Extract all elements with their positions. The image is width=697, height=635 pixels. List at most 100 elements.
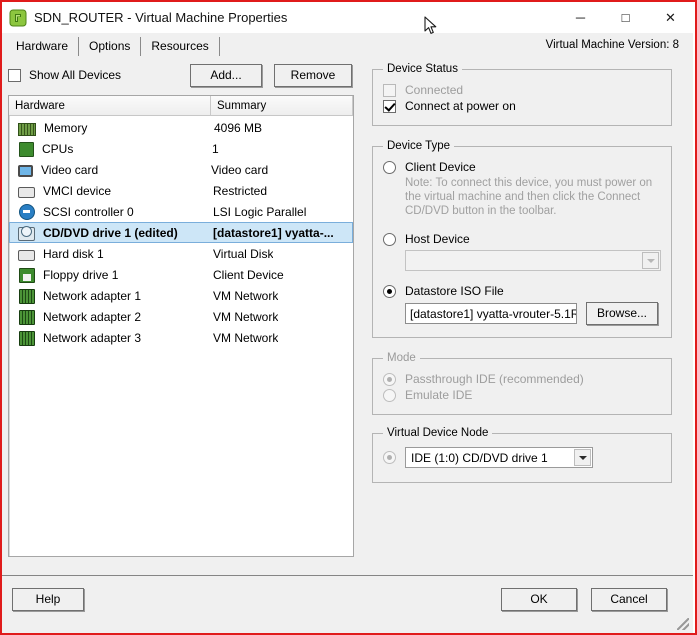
table-row[interactable]: Network adapter 3 VM Network <box>9 327 353 348</box>
mode-legend: Mode <box>387 352 416 364</box>
network-adapter-icon <box>19 289 35 304</box>
hardware-name: Network adapter 2 <box>43 309 142 324</box>
hardware-name: Network adapter 3 <box>43 330 142 345</box>
add-device-button[interactable]: Add... <box>190 63 262 87</box>
cancel-button[interactable]: Cancel <box>591 588 667 611</box>
table-row-selected[interactable]: CD/DVD drive 1 (edited) [datastore1] vya… <box>9 222 353 243</box>
hardware-list-header: Hardware Summary <box>9 96 353 116</box>
virtual-device-node-row[interactable]: IDE (1:0) CD/DVD drive 1 <box>383 447 661 468</box>
passthrough-ide-label: Passthrough IDE (recommended) <box>405 372 584 386</box>
hardware-name: SCSI controller 0 <box>43 204 134 219</box>
virtual-device-node-value: IDE (1:0) CD/DVD drive 1 <box>411 450 548 465</box>
network-adapter-icon <box>19 310 35 325</box>
hardware-summary: Restricted <box>213 183 268 198</box>
tab-hardware[interactable]: Hardware <box>6 37 80 57</box>
tab-options[interactable]: Options <box>79 37 142 57</box>
title-bar: SDN_ROUTER - Virtual Machine Properties … <box>2 2 693 33</box>
show-all-devices-box <box>8 68 21 82</box>
hardware-summary: LSI Logic Parallel <box>213 204 307 219</box>
virtual-device-node-legend: Virtual Device Node <box>387 427 489 439</box>
connect-at-power-on-checkbox[interactable]: Connect at power on <box>383 99 661 113</box>
iso-path-value: [datastore1] vyatta-vrouter-5.1R1_E <box>410 306 576 321</box>
close-icon: ✕ <box>665 10 676 25</box>
show-all-devices-checkbox[interactable]: Show All Devices <box>8 68 190 82</box>
connected-label: Connected <box>405 83 464 97</box>
hardware-summary: [datastore1] vyatta-... <box>213 225 334 240</box>
vm-version-label: Virtual Machine Version: 8 <box>545 39 679 51</box>
hardware-summary: Video card <box>211 162 269 177</box>
maximize-icon: □ <box>621 10 630 25</box>
hardware-summary: 4096 MB <box>214 120 263 135</box>
virtual-device-node-radio-dot <box>383 451 396 464</box>
virtual-device-node-combo[interactable]: IDE (1:0) CD/DVD drive 1 <box>405 447 593 468</box>
maximize-button[interactable]: □ <box>603 2 648 33</box>
tab-strip: Hardware Options Resources Virtual Machi… <box>2 33 693 57</box>
table-row[interactable]: Hard disk 1 Virtual Disk <box>9 243 353 264</box>
emulate-ide-label: Emulate IDE <box>405 388 473 402</box>
hardware-summary: VM Network <box>213 309 279 324</box>
chevron-down-icon[interactable] <box>574 449 591 466</box>
iso-path-input[interactable]: [datastore1] vyatta-vrouter-5.1R1_E <box>405 303 577 324</box>
minimize-button[interactable]: ─ <box>558 2 603 33</box>
table-row[interactable]: Network adapter 1 VM Network <box>9 285 353 306</box>
client-device-radio-dot <box>383 160 396 174</box>
mode-group: Mode Passthrough IDE (recommended) Emula… <box>372 352 672 415</box>
tab-hardware-label: Hardware <box>16 39 69 53</box>
hardware-summary: Client Device <box>213 267 284 282</box>
vm-app-icon <box>9 9 27 27</box>
device-type-legend: Device Type <box>387 140 451 152</box>
cpu-icon <box>19 142 34 157</box>
connected-checkbox-box <box>383 83 396 97</box>
hardware-name: CD/DVD drive 1 (edited) <box>43 225 178 240</box>
table-row[interactable]: Video card Video card <box>9 159 353 180</box>
scsi-controller-icon <box>19 204 35 220</box>
table-row[interactable]: Network adapter 2 VM Network <box>9 306 353 327</box>
table-row[interactable]: Floppy drive 1 Client Device <box>9 264 353 285</box>
hardware-name: Video card <box>41 162 99 177</box>
emulate-ide-radio-dot <box>383 388 396 402</box>
hardware-name: Floppy drive 1 <box>43 267 119 282</box>
hardware-list[interactable]: Hardware Summary Memory 4096 MB CPUs 1 V… <box>8 95 354 557</box>
video-card-icon <box>18 164 33 177</box>
datastore-iso-radio[interactable]: Datastore ISO File <box>383 284 661 298</box>
host-device-label: Host Device <box>405 232 470 246</box>
connect-at-power-on-box <box>383 99 396 113</box>
datastore-iso-radio-dot <box>383 284 396 298</box>
table-row[interactable]: VMCI device Restricted <box>9 180 353 201</box>
cd-dvd-drive-icon <box>18 225 35 241</box>
network-adapter-icon <box>19 331 35 346</box>
hardware-summary: VM Network <box>213 330 279 345</box>
hardware-name: Memory <box>44 120 88 135</box>
dialog-footer: Help OK Cancel <box>2 575 693 633</box>
remove-device-button[interactable]: Remove <box>274 63 352 87</box>
browse-button[interactable]: Browse... <box>586 302 658 325</box>
hardware-pane: Show All Devices Add... Remove Hardware … <box>8 61 354 557</box>
table-row[interactable]: CPUs 1 <box>9 138 353 159</box>
table-row[interactable]: SCSI controller 0 LSI Logic Parallel <box>9 201 353 222</box>
column-header-summary[interactable]: Summary <box>211 96 353 115</box>
column-header-hardware[interactable]: Hardware <box>9 96 211 115</box>
passthrough-ide-radio-dot <box>383 372 396 386</box>
hardware-summary: Virtual Disk <box>213 246 274 261</box>
hardware-name: Hard disk 1 <box>43 246 104 261</box>
vmci-device-icon <box>18 187 35 198</box>
table-row[interactable]: Memory 4096 MB <box>9 117 353 138</box>
host-device-radio[interactable]: Host Device <box>383 232 661 246</box>
client-device-note: Note: To connect this device, you must p… <box>405 177 653 217</box>
tab-resources[interactable]: Resources <box>141 37 220 57</box>
hardware-name: CPUs <box>42 141 74 156</box>
host-device-combo[interactable] <box>405 250 661 271</box>
host-device-radio-dot <box>383 232 396 246</box>
hardware-name: VMCI device <box>43 183 112 198</box>
show-all-devices-label: Show All Devices <box>29 68 122 82</box>
resize-grip[interactable] <box>677 618 689 630</box>
dialog-body: Show All Devices Add... Remove Hardware … <box>2 57 693 575</box>
ok-button[interactable]: OK <box>501 588 577 611</box>
client-device-radio[interactable]: Client Device <box>383 160 661 174</box>
device-type-group: Device Type Client Device Note: To conne… <box>372 140 672 338</box>
chevron-down-icon[interactable] <box>642 252 659 269</box>
datastore-iso-label: Datastore ISO File <box>405 284 504 298</box>
help-button[interactable]: Help <box>12 588 84 611</box>
close-button[interactable]: ✕ <box>648 2 693 33</box>
hardware-name: Network adapter 1 <box>43 288 142 303</box>
